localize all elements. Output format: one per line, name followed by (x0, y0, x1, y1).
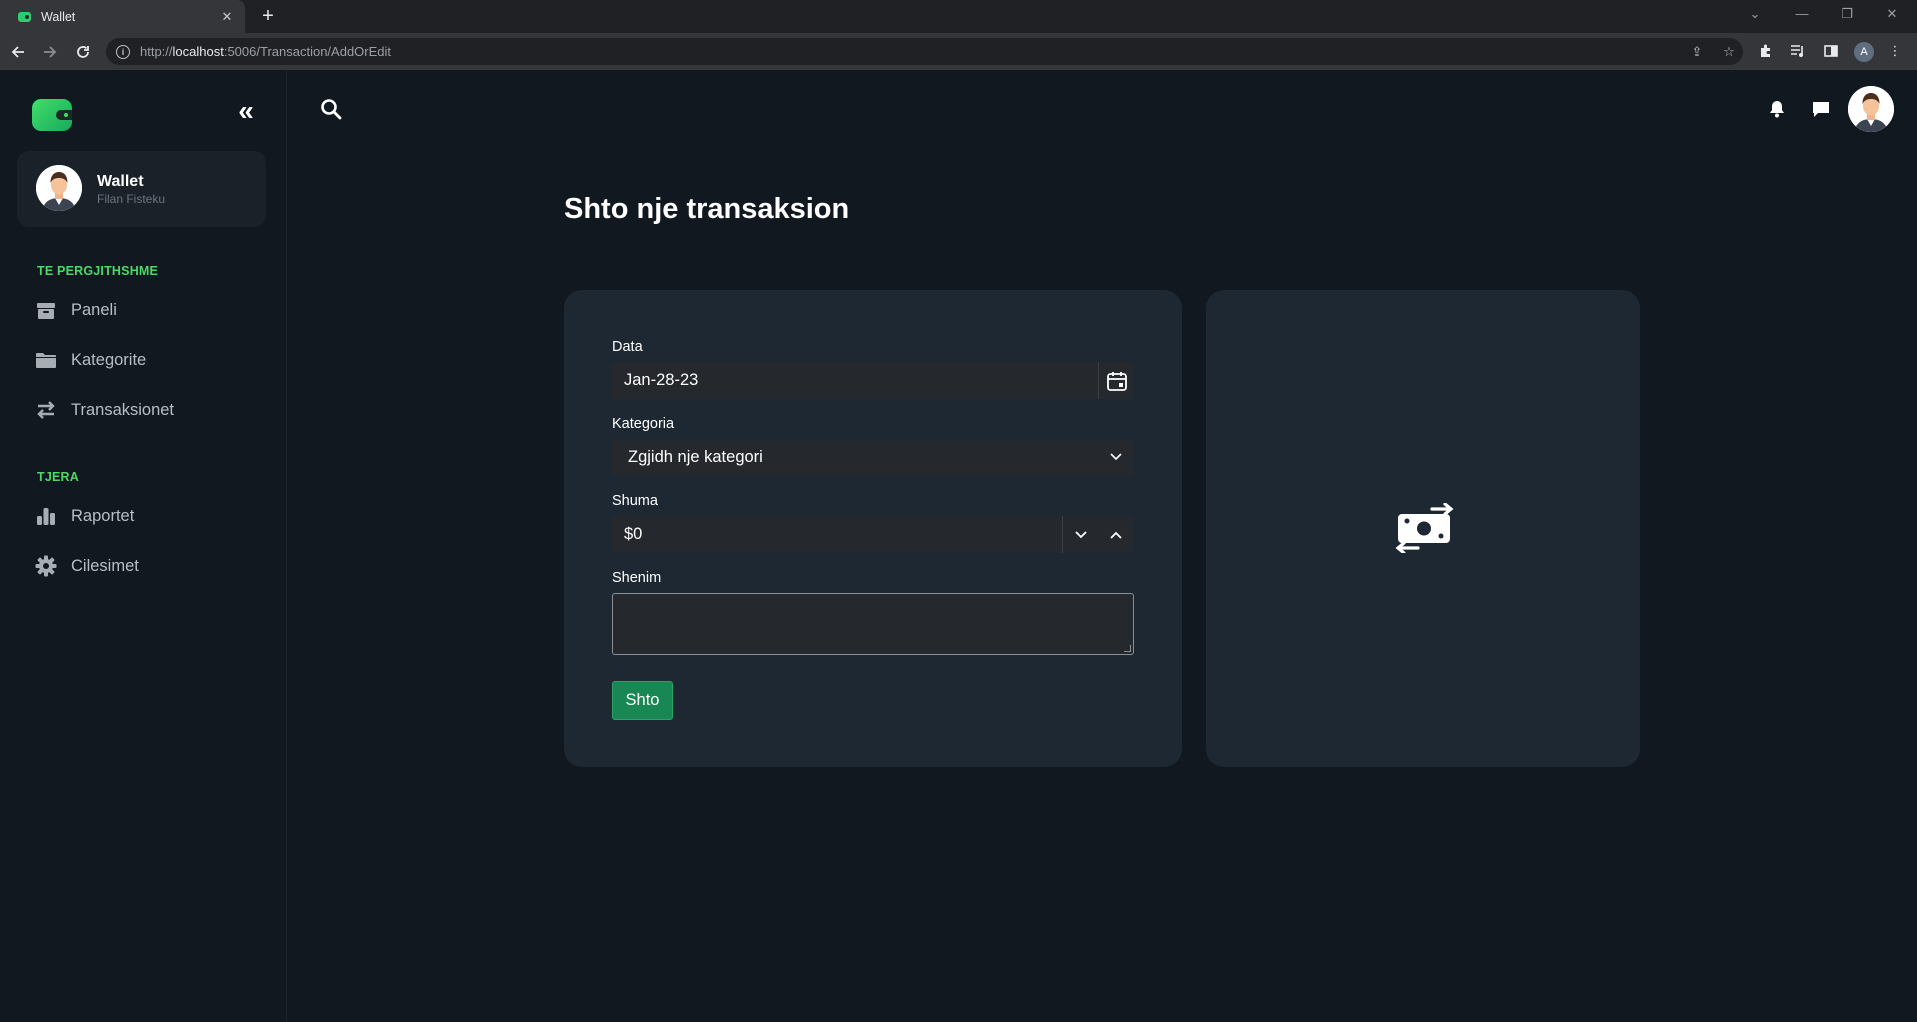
reload-icon[interactable] (72, 41, 94, 63)
extensions-icon[interactable] (1757, 43, 1775, 61)
category-label: Kategoria (612, 416, 675, 432)
side-panel-icon[interactable] (1822, 43, 1840, 61)
amount-label: Shuma (612, 493, 658, 509)
close-window-button[interactable]: ✕ (1882, 6, 1902, 22)
site-info-icon[interactable]: i (116, 44, 130, 59)
browser-toolbar: i http://localhost:5006/Transaction/AddO… (0, 33, 1917, 70)
browser-profile-avatar[interactable]: A (1854, 42, 1874, 62)
user-name: Wallet (97, 173, 144, 190)
minimize-button[interactable]: — (1792, 6, 1812, 21)
bell-icon[interactable] (1766, 98, 1788, 120)
section-label-general: TE PERGJITHSHME (37, 264, 159, 278)
sidebar-item-transaksionet[interactable]: Transaksionet (35, 393, 265, 427)
sidebar-item-label: Raportet (71, 506, 135, 525)
sidebar-item-raportet[interactable]: Raportet (35, 499, 265, 533)
bookmark-star-icon[interactable]: ☆ (1721, 44, 1737, 60)
calendar-icon[interactable] (1098, 362, 1134, 399)
avatar (36, 165, 82, 211)
chevron-down-icon (1108, 449, 1124, 470)
collapse-sidebar-icon[interactable]: « (233, 97, 259, 126)
browser-tab[interactable]: Wallet ✕ (0, 0, 245, 33)
folder-icon (35, 349, 57, 371)
wallet-favicon-icon (18, 11, 31, 22)
user-subtitle: Filan Fisteku (97, 192, 166, 206)
sidebar-item-label: Transaksionet (71, 400, 175, 419)
share-icon[interactable]: ⇪ (1689, 44, 1705, 60)
sidebar-item-label: Paneli (71, 300, 117, 319)
note-label: Shenim (612, 570, 662, 586)
sidebar-item-kategorite[interactable]: Kategorite (35, 343, 265, 377)
restore-button[interactable]: ❐ (1837, 6, 1857, 22)
decrement-button[interactable] (1062, 516, 1098, 553)
forward-icon[interactable] (39, 41, 61, 63)
money-transfer-icon (1394, 502, 1456, 555)
section-label-other: TJERA (37, 470, 79, 484)
date-label: Data (612, 339, 643, 355)
close-tab-icon[interactable]: ✕ (219, 9, 235, 25)
date-field[interactable]: Jan-28-23 (612, 362, 1134, 399)
page-title: Shto nje transaksion (564, 193, 850, 225)
transaction-form-card: Data Jan-28-23 Kategoria Zgjidh nje kate… (564, 290, 1182, 767)
date-value: Jan-28-23 (624, 371, 699, 389)
browser-menu-icon[interactable]: ⋮ (1886, 43, 1904, 61)
media-icon[interactable] (1789, 43, 1807, 61)
chat-icon[interactable] (1810, 98, 1832, 120)
category-value: Zgjidh nje kategori (628, 448, 763, 466)
arrows-icon (35, 399, 57, 421)
tab-search-icon[interactable]: ⌄ (1745, 6, 1765, 22)
user-card[interactable]: Wallet Filan Fisteku (17, 151, 266, 227)
resize-handle-icon[interactable] (1124, 645, 1131, 652)
new-tab-button[interactable]: + (257, 5, 279, 27)
wallet-logo-icon[interactable] (32, 99, 72, 131)
amount-field[interactable]: $0 (612, 516, 1134, 553)
sidebar-item-paneli[interactable]: Paneli (35, 293, 265, 327)
browser-tabstrip: Wallet ✕ + ⌄ — ❐ ✕ (0, 0, 1917, 33)
url-text: http://localhost:5006/Transaction/AddOrE… (140, 44, 392, 59)
note-textarea[interactable] (612, 593, 1134, 655)
box-icon (35, 299, 57, 321)
back-icon[interactable] (7, 41, 29, 63)
sidebar-item-cilesimet[interactable]: Cilesimet (35, 549, 265, 583)
amount-value: $0 (624, 525, 643, 543)
gear-icon (35, 555, 57, 577)
tab-title: Wallet (41, 9, 76, 24)
illustration-card (1206, 290, 1640, 767)
profile-avatar[interactable] (1848, 86, 1894, 132)
address-bar[interactable]: i http://localhost:5006/Transaction/AddO… (106, 38, 1743, 65)
increment-button[interactable] (1098, 516, 1134, 553)
submit-button[interactable]: Shto (612, 681, 673, 720)
bar-chart-icon (35, 505, 57, 527)
category-select[interactable]: Zgjidh nje kategori (612, 439, 1134, 476)
sidebar: « Wallet Filan Fisteku TE PERGJITHSHME P… (0, 70, 287, 1022)
sidebar-item-label: Kategorite (71, 350, 147, 369)
sidebar-item-label: Cilesimet (71, 556, 139, 575)
search-icon[interactable] (320, 98, 342, 120)
